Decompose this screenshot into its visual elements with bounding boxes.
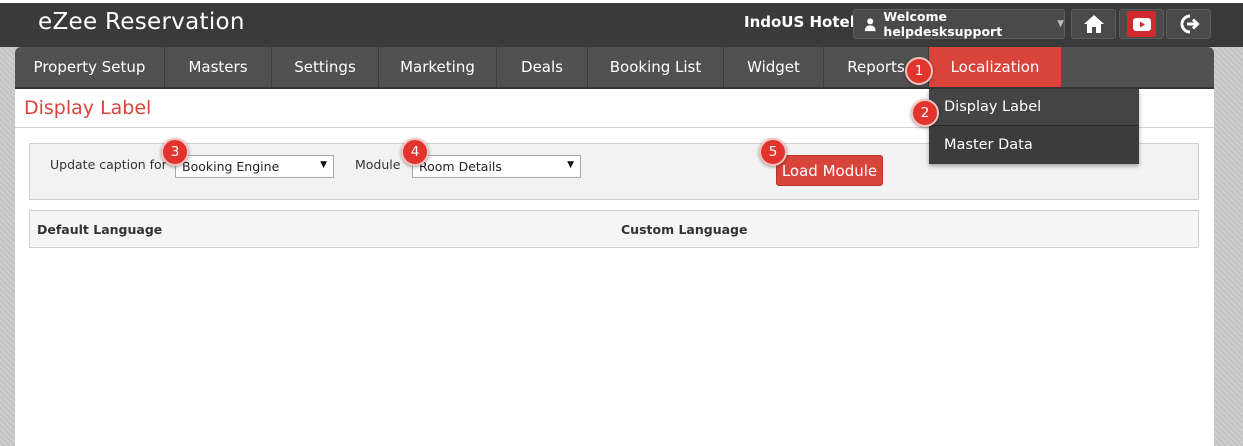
logout-button[interactable] [1166,9,1211,39]
caption-for-label: Update caption for [50,157,167,172]
menu-item-master-data[interactable]: Master Data [929,126,1139,163]
nav-marketing[interactable]: Marketing [379,47,497,87]
nav-property-setup[interactable]: Property Setup [15,47,165,87]
select-arrow-icon: ▼ [320,160,327,170]
module-select[interactable]: Room Details ▼ [412,155,581,178]
load-module-button[interactable]: Load Module [776,155,883,186]
page-title: Display Label [24,97,152,119]
nav-widget[interactable]: Widget [724,47,824,87]
home-button[interactable] [1071,9,1116,39]
nav-settings[interactable]: Settings [272,47,379,87]
caret-down-icon: ▼ [1057,19,1064,29]
nav-booking-list[interactable]: Booking List [588,47,724,87]
callout-badge-2: 2 [911,99,939,127]
app-brand[interactable]: eZee Reservation [38,9,245,35]
nav-deals[interactable]: Deals [497,47,588,87]
callout-badge-3: 3 [161,138,189,166]
user-menu-button[interactable]: Welcome helpdesksupport ▼ [853,9,1065,39]
callout-badge-5: 5 [759,138,787,166]
user-icon [864,17,876,31]
top-header: eZee Reservation IndoUS Hotel Welcome he… [0,0,1243,47]
table-header: Default Language Custom Language [29,210,1199,248]
youtube-button[interactable] [1119,9,1164,39]
localization-dropdown: Display Label Master Data [929,89,1139,164]
caption-for-select[interactable]: Booking Engine ▼ [175,155,334,178]
youtube-icon [1127,11,1156,37]
column-custom-language: Custom Language [621,222,748,237]
menu-item-display-label[interactable]: Display Label [929,89,1139,126]
main-nav: Property Setup Masters Settings Marketin… [15,47,1214,89]
module-label: Module [355,157,401,172]
callout-badge-4: 4 [401,138,429,166]
logout-icon [1180,14,1200,34]
module-value: Room Details [419,159,502,174]
home-icon [1083,15,1104,33]
callout-badge-1: 1 [905,57,933,85]
nav-masters[interactable]: Masters [165,47,272,87]
welcome-text: Welcome helpdesksupport [883,9,1003,39]
caption-for-value: Booking Engine [182,159,280,174]
hotel-name: IndoUS Hotel [744,13,855,31]
select-arrow-icon: ▼ [567,160,574,170]
column-default-language: Default Language [37,222,163,237]
nav-localization[interactable]: Localization [929,47,1061,87]
